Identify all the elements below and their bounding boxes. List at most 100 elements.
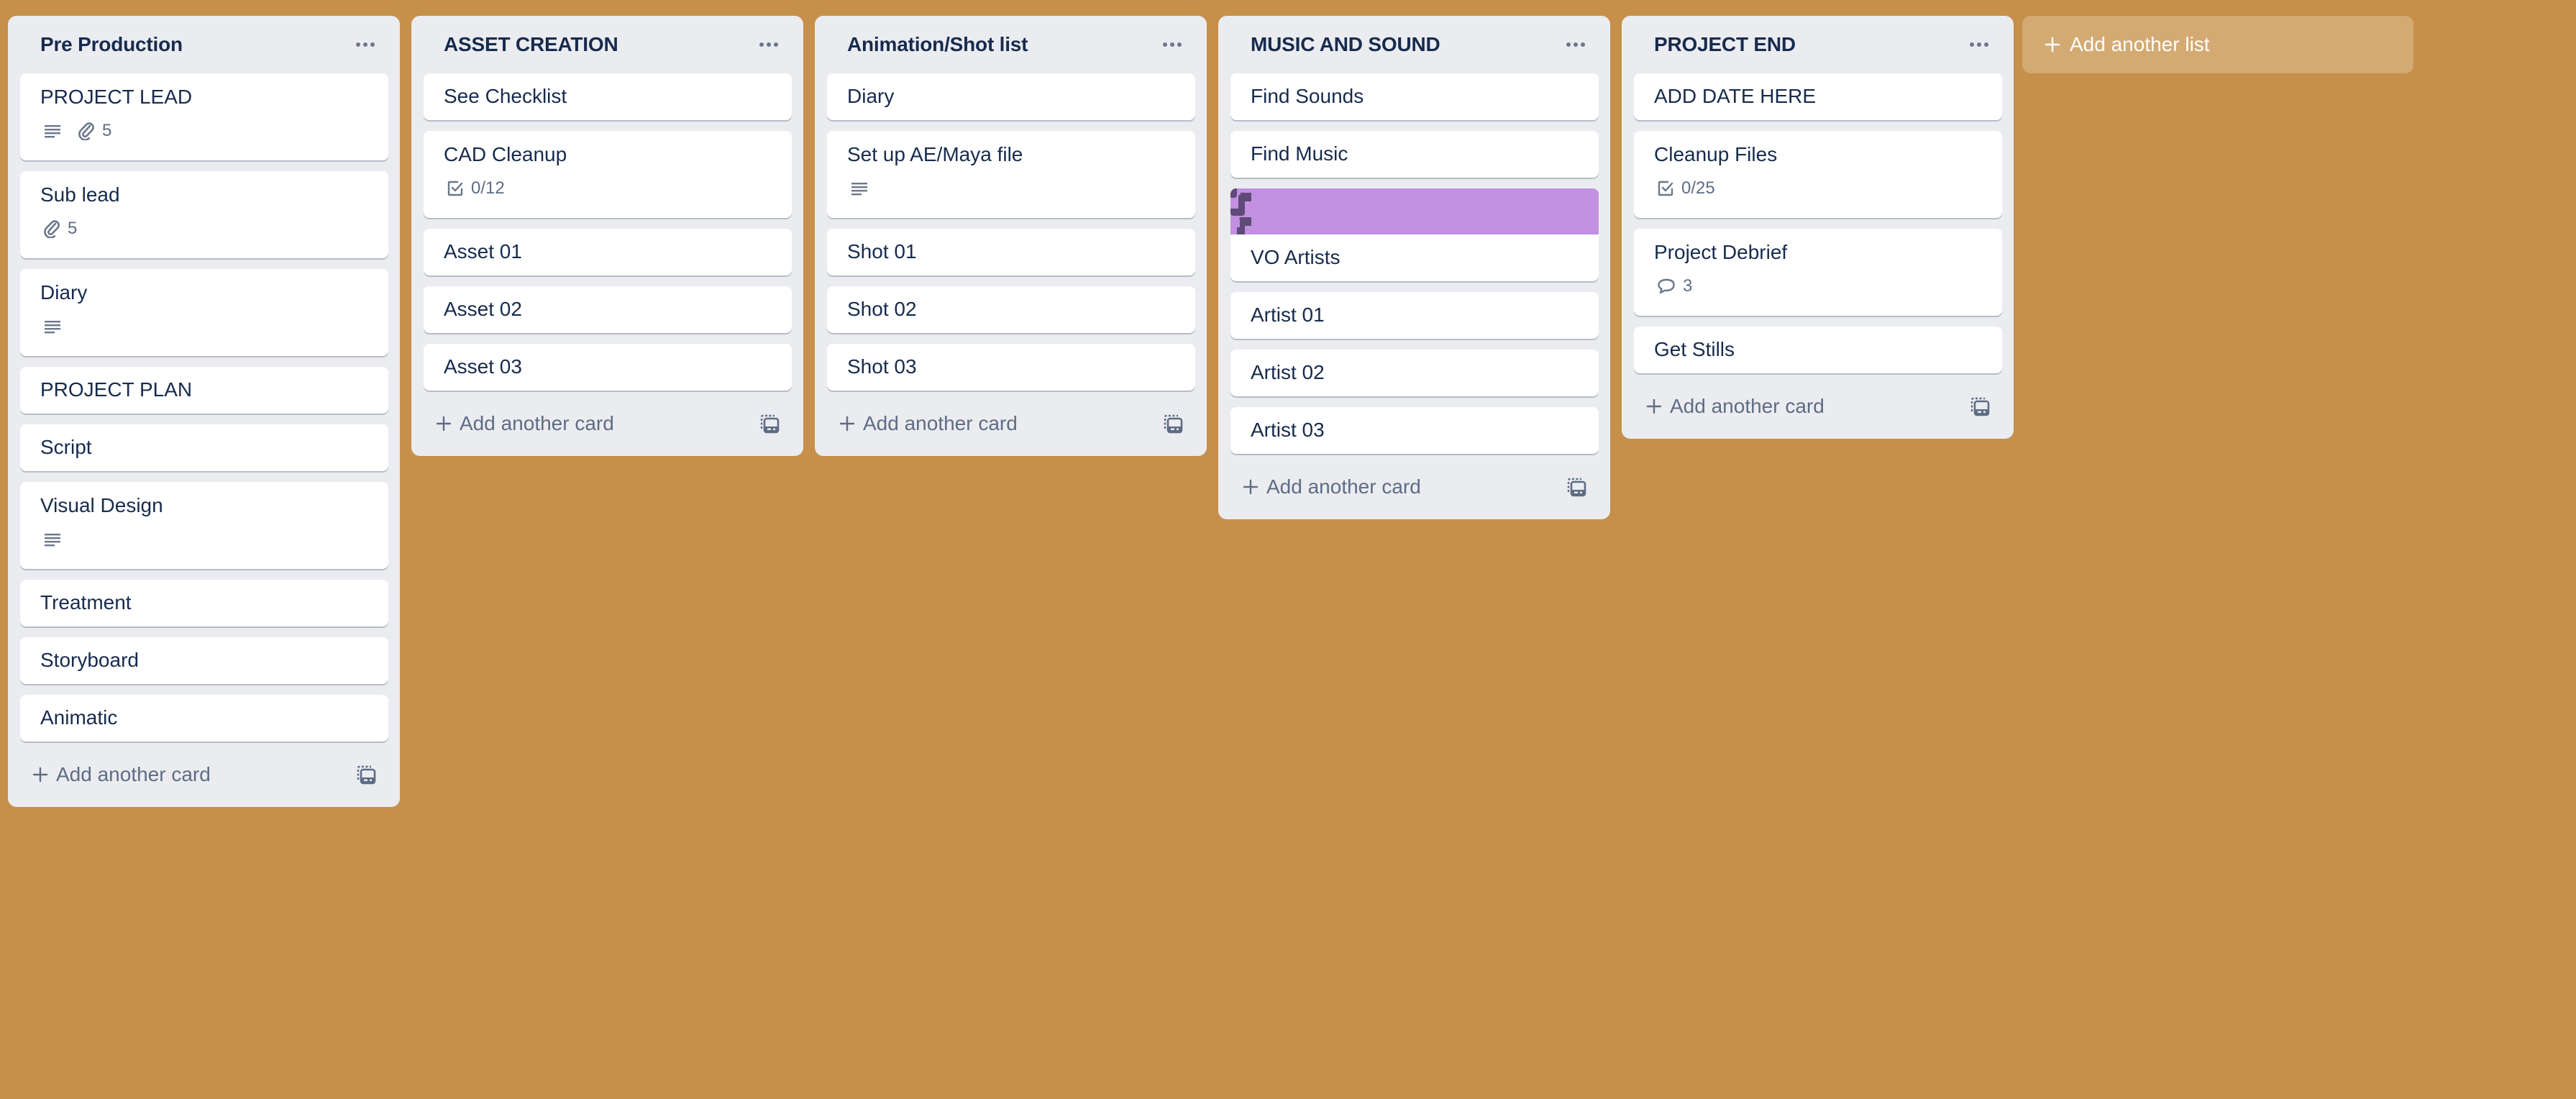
description-icon	[43, 122, 62, 140]
card[interactable]: Shot 02	[827, 286, 1195, 333]
create-from-template-button[interactable]	[757, 411, 782, 436]
checklist-progress: 0/12	[471, 178, 505, 198]
card[interactable]: Shot 01	[827, 229, 1195, 275]
card-template-icon	[759, 413, 780, 434]
create-from-template-button[interactable]	[354, 762, 378, 787]
checklist-badge: 0/12	[447, 178, 505, 199]
list-menu-button[interactable]	[351, 34, 380, 55]
dot	[1163, 42, 1167, 47]
card-body: Set up AE/Maya file	[827, 131, 1195, 218]
description-icon	[43, 531, 62, 548]
card-body: PROJECT PLAN	[20, 367, 388, 414]
list-title[interactable]: Animation/Shot list	[847, 33, 1028, 56]
list-footer: Add another card	[1634, 373, 2002, 439]
description-badge	[43, 318, 62, 335]
card[interactable]: Artist 01	[1230, 292, 1599, 339]
card-title: Visual Design	[40, 494, 163, 516]
paperclip-icon	[78, 122, 94, 140]
dot	[370, 42, 375, 47]
card[interactable]: Diary	[20, 269, 388, 356]
card-body: PROJECT LEAD 5	[20, 73, 388, 160]
card-cover	[1230, 188, 1599, 234]
card[interactable]: CAD Cleanup 0/12	[424, 131, 792, 218]
card-badges: 3	[1654, 273, 1990, 299]
list-title[interactable]: PROJECT END	[1654, 33, 1796, 56]
comments-count: 3	[1683, 276, 1693, 296]
card-title: ADD DATE HERE	[1654, 85, 1817, 107]
card[interactable]: Script	[20, 424, 388, 471]
more-horizontal-icon	[356, 42, 375, 47]
description-badge	[43, 122, 62, 140]
add-another-card-button[interactable]: Add another card	[1638, 391, 1832, 422]
card[interactable]: Project Debrief 3	[1634, 229, 2002, 316]
card-body: Sub lead 5	[20, 171, 388, 258]
card[interactable]: Asset 02	[424, 286, 792, 333]
card[interactable]: Asset 03	[424, 344, 792, 391]
card-body: Shot 01	[827, 229, 1195, 275]
list-title[interactable]: Pre Production	[40, 33, 183, 56]
list-animation-shot-list: Animation/Shot list Diary Set up AE/Maya f…	[815, 16, 1207, 456]
card-body: Artist 01	[1230, 292, 1599, 339]
comments-badge: 3	[1657, 276, 1692, 296]
card-title: Shot 01	[847, 240, 917, 263]
card[interactable]: Visual Design	[20, 482, 388, 569]
card-list: Diary Set up AE/Maya file Shot 01 Shot 02 Sh…	[827, 73, 1195, 391]
card[interactable]: Cleanup Files 0/25	[1634, 131, 2002, 218]
description-icon	[851, 183, 867, 196]
card[interactable]: Set up AE/Maya file	[827, 131, 1195, 218]
add-another-card-button[interactable]: Add another card	[24, 759, 218, 790]
create-from-template-button[interactable]	[1968, 394, 1992, 419]
list-menu-button[interactable]	[754, 34, 783, 55]
list-menu-button[interactable]	[1965, 34, 1993, 55]
card-title: Artist 01	[1251, 304, 1325, 326]
list-title[interactable]: ASSET CREATION	[444, 33, 618, 56]
list-menu-button[interactable]	[1158, 34, 1187, 55]
description-icon	[43, 318, 62, 335]
description-icon	[45, 125, 60, 138]
card[interactable]: PROJECT PLAN	[20, 367, 388, 414]
card-body: Find Music	[1230, 131, 1599, 178]
dot	[356, 42, 360, 47]
dot	[1581, 42, 1585, 47]
card[interactable]: ADD DATE HERE	[1634, 73, 2002, 120]
card-title: PROJECT PLAN	[40, 378, 193, 401]
plus-icon	[32, 767, 48, 782]
card[interactable]: Shot 03	[827, 344, 1195, 391]
card[interactable]: Asset 01	[424, 229, 792, 275]
card[interactable]: Sub lead 5	[20, 171, 388, 258]
checklist-icon	[447, 181, 463, 196]
card-title: Asset 01	[444, 240, 522, 263]
card[interactable]: See Checklist	[424, 73, 792, 120]
list-title[interactable]: MUSIC AND SOUND	[1251, 33, 1440, 56]
add-another-card-button[interactable]: Add another card	[831, 408, 1025, 439]
card-title: CAD Cleanup	[444, 143, 567, 165]
card[interactable]: Artist 02	[1230, 350, 1599, 396]
card-body: Artist 02	[1230, 350, 1599, 396]
card[interactable]: Find Sounds	[1230, 73, 1599, 120]
card[interactable]: Treatment	[20, 580, 388, 626]
list-footer: Add another card	[1230, 454, 1599, 519]
card[interactable]: VO Artists	[1230, 188, 1599, 281]
card-template-icon	[1969, 396, 1991, 417]
create-from-template-button[interactable]	[1564, 475, 1589, 499]
paperclip-icon	[43, 219, 60, 238]
card-body: Asset 03	[424, 344, 792, 391]
dot	[1574, 42, 1578, 47]
card[interactable]: Find Music	[1230, 131, 1599, 178]
card[interactable]: Artist 03	[1230, 407, 1599, 454]
card-badges	[847, 175, 1183, 201]
plus-icon	[2045, 37, 2060, 53]
card[interactable]: PROJECT LEAD 5	[20, 73, 388, 160]
add-another-card-button[interactable]: Add another card	[1235, 471, 1428, 503]
add-another-list-button[interactable]: Add another list	[2022, 16, 2413, 73]
create-from-template-button[interactable]	[1161, 411, 1185, 436]
plus-icon	[839, 416, 855, 431]
list-header: Pre Production	[20, 16, 388, 73]
card[interactable]: Storyboard	[20, 637, 388, 684]
add-another-card-button[interactable]: Add another card	[428, 408, 621, 439]
list-menu-button[interactable]	[1561, 34, 1590, 55]
dot	[1170, 42, 1174, 47]
card[interactable]: Diary	[827, 73, 1195, 120]
card[interactable]: Get Stills	[1634, 327, 2002, 373]
card[interactable]: Animatic	[20, 695, 388, 742]
